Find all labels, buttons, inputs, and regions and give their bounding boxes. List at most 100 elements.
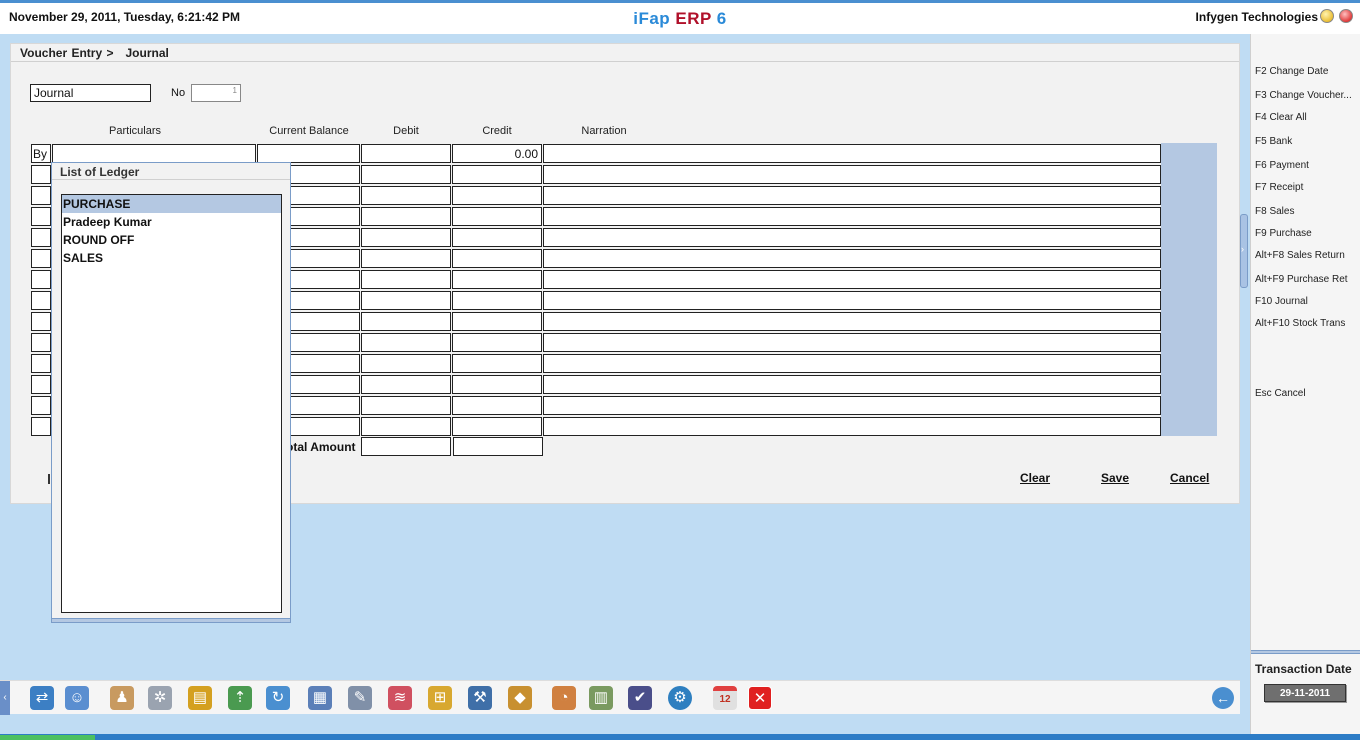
journal-cell-current-balance[interactable] — [257, 144, 360, 163]
journal-cell-credit[interactable] — [452, 291, 542, 310]
journal-cell-credit[interactable] — [452, 375, 542, 394]
chevron-left-icon[interactable]: ‹ — [0, 681, 10, 715]
journal-cell-debit[interactable] — [361, 144, 451, 163]
breadcrumb-section[interactable]: Voucher Entry > — [20, 46, 113, 60]
journal-cell-credit[interactable] — [452, 312, 542, 331]
journal-cell-narration[interactable] — [543, 249, 1161, 268]
journal-cell-narration[interactable] — [543, 333, 1161, 352]
shortcut-sales-return[interactable]: Alt+F8 Sales Return — [1255, 250, 1345, 261]
shortcut-journal[interactable]: F10 Journal — [1255, 296, 1308, 307]
journal-cell-credit[interactable] — [452, 228, 542, 247]
spreadsheet-icon[interactable]: ▥ — [589, 686, 613, 710]
tools-icon[interactable]: ⚒ — [468, 686, 492, 710]
journal-cell-prefix[interactable]: By — [31, 144, 51, 163]
journal-cell-debit[interactable] — [361, 291, 451, 310]
journal-cell-prefix[interactable] — [31, 417, 51, 436]
shortcut-esc-cancel[interactable]: Esc Cancel — [1255, 388, 1306, 399]
shortcut-change-voucher[interactable]: F3 Change Voucher... — [1255, 90, 1352, 101]
user-icon[interactable]: ☺ — [65, 686, 89, 710]
shortcut-clear-all[interactable]: F4 Clear All — [1255, 112, 1307, 123]
report-icon[interactable]: ✎ — [348, 686, 372, 710]
calendar-icon[interactable]: 12 — [713, 686, 737, 710]
journal-cell-credit[interactable] — [452, 417, 542, 436]
journal-cell-credit[interactable] — [452, 165, 542, 184]
journal-cell-prefix[interactable] — [31, 228, 51, 247]
shortcut-payment[interactable]: F6 Payment — [1255, 160, 1309, 171]
journal-cell-debit[interactable] — [361, 270, 451, 289]
journal-cell-narration[interactable] — [543, 354, 1161, 373]
save-disk-icon[interactable]: ✔ — [628, 686, 652, 710]
voucher-no-field[interactable]: 1 — [191, 84, 241, 102]
contacts-icon[interactable]: ♟ — [110, 686, 134, 710]
ledger-item-sales[interactable]: SALES — [62, 249, 281, 267]
journal-cell-particulars[interactable] — [52, 144, 256, 163]
journal-cell-narration[interactable] — [543, 312, 1161, 331]
ledger-item-purchase[interactable]: PURCHASE — [62, 195, 281, 213]
journal-cell-narration[interactable] — [543, 228, 1161, 247]
journal-cell-debit[interactable] — [361, 207, 451, 226]
close-window-button[interactable] — [1339, 9, 1353, 23]
journal-cell-prefix[interactable] — [31, 270, 51, 289]
back-arrow-icon[interactable]: ← — [1212, 687, 1234, 709]
journal-cell-credit[interactable] — [452, 396, 542, 415]
journal-cell-prefix[interactable] — [31, 312, 51, 331]
journal-cell-narration[interactable] — [543, 375, 1161, 394]
journal-cell-debit[interactable] — [361, 417, 451, 436]
voucher-type-field[interactable]: Journal — [30, 84, 151, 102]
ledger-book-icon[interactable]: ▤ — [188, 686, 212, 710]
journal-cell-prefix[interactable] — [31, 354, 51, 373]
journal-cell-prefix[interactable] — [31, 186, 51, 205]
gear-icon[interactable]: ⚙ — [668, 686, 692, 710]
journal-cell-prefix[interactable] — [31, 291, 51, 310]
journal-cell-debit[interactable] — [361, 228, 451, 247]
shortcut-purchase-return[interactable]: Alt+F9 Purchase Ret — [1255, 274, 1348, 285]
journal-cell-debit[interactable] — [361, 396, 451, 415]
clear-button[interactable]: Clear — [1020, 471, 1050, 485]
journal-cell-prefix[interactable] — [31, 396, 51, 415]
gauge-icon[interactable]: ◔ — [552, 686, 576, 710]
transactions-icon[interactable]: ⇄ — [30, 686, 54, 710]
minimize-button[interactable] — [1320, 9, 1334, 23]
journal-cell-debit[interactable] — [361, 375, 451, 394]
journal-cell-narration[interactable] — [543, 396, 1161, 415]
transaction-date-value[interactable]: 29-11-2011 — [1264, 684, 1346, 702]
close-icon[interactable]: ✕ — [748, 686, 772, 710]
journal-cell-narration[interactable] — [543, 207, 1161, 226]
shortcut-purchase[interactable]: F9 Purchase — [1255, 228, 1312, 239]
journal-cell-debit[interactable] — [361, 165, 451, 184]
journal-cell-debit[interactable] — [361, 333, 451, 352]
journal-cell-debit[interactable] — [361, 249, 451, 268]
journal-cell-prefix[interactable] — [31, 165, 51, 184]
window-icon[interactable]: ▦ — [308, 686, 332, 710]
journal-cell-prefix[interactable] — [31, 375, 51, 394]
chart-icon[interactable]: ≋ — [388, 686, 412, 710]
shortcut-stock-transfer[interactable]: Alt+F10 Stock Trans — [1255, 318, 1345, 329]
journal-cell-prefix[interactable] — [31, 249, 51, 268]
journal-cell-prefix[interactable] — [31, 333, 51, 352]
journal-cell-narration[interactable] — [543, 165, 1161, 184]
journal-cell-prefix[interactable] — [31, 207, 51, 226]
save-button[interactable]: Save — [1101, 471, 1129, 485]
shortcut-receipt[interactable]: F7 Receipt — [1255, 182, 1303, 193]
journal-cell-credit[interactable] — [452, 333, 542, 352]
ledger-item-round-off[interactable]: ROUND OFF — [62, 231, 281, 249]
journal-cell-credit[interactable]: 0.00 — [452, 144, 542, 163]
ledger-item-pradeep-kumar[interactable]: Pradeep Kumar — [62, 213, 281, 231]
journal-cell-credit[interactable] — [452, 354, 542, 373]
cart-icon[interactable]: ⇡ — [228, 686, 252, 710]
cancel-button[interactable]: Cancel — [1170, 471, 1209, 485]
journal-cell-narration[interactable] — [543, 270, 1161, 289]
journal-cell-debit[interactable] — [361, 354, 451, 373]
journal-cell-credit[interactable] — [452, 186, 542, 205]
journal-cell-credit[interactable] — [452, 207, 542, 226]
journal-cell-credit[interactable] — [452, 249, 542, 268]
sync-icon[interactable]: ↻ — [266, 686, 290, 710]
package-icon[interactable]: ◆ — [508, 686, 532, 710]
tree-icon[interactable]: ⊞ — [428, 686, 452, 710]
journal-cell-debit[interactable] — [361, 312, 451, 331]
journal-cell-narration[interactable] — [543, 291, 1161, 310]
ledger-list[interactable]: PURCHASE Pradeep Kumar ROUND OFF SALES — [61, 194, 282, 613]
journal-cell-debit[interactable] — [361, 186, 451, 205]
shortcut-bank[interactable]: F5 Bank — [1255, 136, 1292, 147]
journal-cell-narration[interactable] — [543, 144, 1161, 163]
